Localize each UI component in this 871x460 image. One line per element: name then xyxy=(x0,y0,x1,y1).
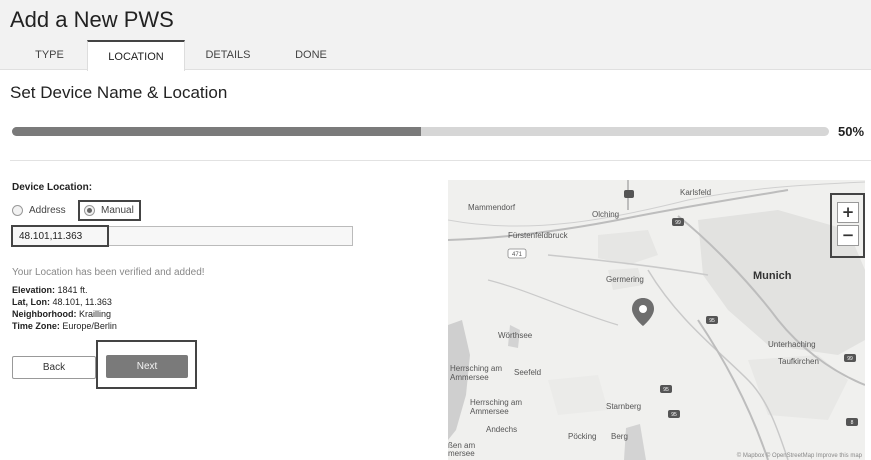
tab-type[interactable]: TYPE xyxy=(12,40,87,70)
progress-percent: 50% xyxy=(838,124,865,139)
latlon-label: Lat, Lon: xyxy=(12,297,50,307)
page-title: Add a New PWS xyxy=(10,7,174,32)
back-button[interactable]: Back xyxy=(12,356,96,379)
map-label-herrsching-2: Herrsching am Ammersee xyxy=(470,398,523,416)
elevation-label: Elevation: xyxy=(12,285,56,295)
timezone-value: Europe/Berlin xyxy=(62,321,117,331)
tab-location[interactable]: LOCATION xyxy=(87,40,185,71)
map-label-taufkirchen: Taufkirchen xyxy=(778,357,819,366)
neighborhood-line: Neighborhood: Krailling xyxy=(12,309,111,319)
progress-bar xyxy=(12,127,829,136)
coordinates-input[interactable] xyxy=(12,226,353,246)
map-label-woerthsee: Wörthsee xyxy=(498,331,533,340)
map-label-berg: Berg xyxy=(611,432,628,441)
tab-done[interactable]: DONE xyxy=(271,40,351,70)
elevation-line: Elevation: 1841 ft. xyxy=(12,285,88,295)
svg-text:95: 95 xyxy=(663,387,669,393)
section-title: Set Device Name & Location xyxy=(10,83,228,102)
latlon-value: 48.101, 11.363 xyxy=(52,297,112,307)
location-map[interactable]: 471 99 95 99 95 95 8 Mammendorf Olching … xyxy=(448,180,865,460)
zoom-out-button[interactable]: − xyxy=(837,225,859,246)
tab-details[interactable]: DETAILS xyxy=(185,40,271,70)
map-attribution[interactable]: © Mapbox © OpenStreetMap Improve this ma… xyxy=(737,453,862,459)
header-bar: Add a New PWS TYPE LOCATION DETAILS DONE xyxy=(0,0,871,71)
timezone-line: Time Zone: Europe/Berlin xyxy=(12,321,117,331)
map-label-diessen: ßen am mersee xyxy=(448,441,476,458)
verified-message: Your Location has been verified and adde… xyxy=(12,267,205,278)
map-canvas: 471 99 95 99 95 95 8 xyxy=(448,180,865,460)
map-label-germering: Germering xyxy=(606,275,644,284)
device-location-label: Device Location: xyxy=(12,182,93,193)
map-label-poecking: Pöcking xyxy=(568,432,597,441)
svg-text:99: 99 xyxy=(675,220,681,226)
map-label-munich: Munich xyxy=(753,270,792,282)
map-label-seefeld: Seefeld xyxy=(514,368,542,377)
map-label-mammendorf: Mammendorf xyxy=(468,203,516,212)
map-label-andechs: Andechs xyxy=(486,425,518,434)
svg-text:99: 99 xyxy=(847,356,853,362)
timezone-label: Time Zone: xyxy=(12,321,60,331)
svg-text:95: 95 xyxy=(709,318,715,324)
divider xyxy=(10,160,871,161)
neighborhood-value: Krailling xyxy=(79,309,112,319)
svg-text:95: 95 xyxy=(671,412,677,418)
location-pin-icon xyxy=(632,298,654,326)
radio-manual-label: Manual xyxy=(101,205,134,216)
map-label-fuerstenfeldbruck: Fürstenfeldbruck xyxy=(508,231,568,240)
latlon-line: Lat, Lon: 48.101, 11.363 xyxy=(12,297,112,307)
radio-address[interactable]: Address xyxy=(12,202,66,219)
next-button[interactable]: Next xyxy=(106,355,188,378)
map-label-olching: Olching xyxy=(592,210,620,219)
svg-text:471: 471 xyxy=(512,252,523,258)
map-label-unterhaching: Unterhaching xyxy=(768,340,816,349)
starnberg-lake xyxy=(624,424,646,460)
progress-bar-fill xyxy=(12,127,421,136)
map-label-starnberg: Starnberg xyxy=(606,402,642,411)
radio-manual-circle[interactable] xyxy=(84,205,95,216)
map-label-karlsfeld: Karlsfeld xyxy=(680,188,712,197)
zoom-in-button[interactable]: + xyxy=(837,202,859,223)
neighborhood-label: Neighborhood: xyxy=(12,309,77,319)
radio-address-label: Address xyxy=(29,205,66,216)
svg-text:8: 8 xyxy=(851,420,854,426)
radio-manual[interactable]: Manual xyxy=(78,200,141,221)
elevation-value: 1841 ft. xyxy=(57,285,88,295)
radio-address-circle[interactable] xyxy=(12,205,23,216)
map-label-herrsching-1: Herrsching am Ammersee xyxy=(450,364,503,382)
